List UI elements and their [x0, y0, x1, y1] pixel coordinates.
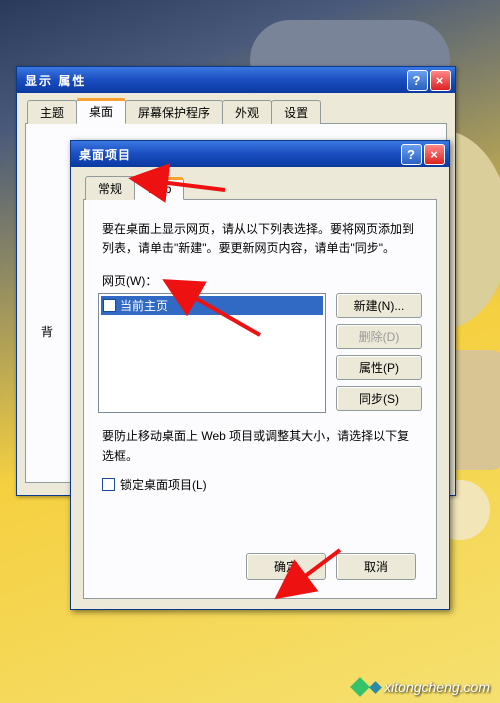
inner-tab-strip: 常规 Web: [85, 177, 437, 200]
list-item[interactable]: 当前主页: [101, 296, 323, 315]
list-item-checkbox[interactable]: [103, 299, 116, 312]
outer-window-title: 显示 属性: [25, 72, 86, 89]
webpages-label: 网页(W)：: [102, 272, 422, 289]
inner-window-title: 桌面项目: [79, 146, 131, 163]
help-button[interactable]: ?: [407, 70, 428, 91]
close-button[interactable]: ×: [430, 70, 451, 91]
tab-screensaver[interactable]: 屏幕保护程序: [125, 100, 223, 124]
tab-theme[interactable]: 主题: [27, 100, 77, 124]
panel-hint: 背: [41, 323, 53, 340]
tab-appearance[interactable]: 外观: [222, 100, 272, 124]
lock-row[interactable]: 锁定桌面项目(L): [102, 476, 418, 493]
instructions-text: 要在桌面上显示网页，请从以下列表选择。要将网页添加到列表，请单击"新建"。要更新…: [102, 220, 418, 258]
inner-help-button[interactable]: ?: [401, 144, 422, 165]
inner-tab-panel: 要在桌面上显示网页，请从以下列表选择。要将网页添加到列表，请单击"新建"。要更新…: [83, 199, 437, 599]
inner-close-button[interactable]: ×: [424, 144, 445, 165]
properties-button[interactable]: 属性(P): [336, 355, 422, 380]
tab-web[interactable]: Web: [134, 178, 184, 200]
inner-titlebar[interactable]: 桌面项目 ? ×: [71, 141, 449, 167]
desktop-items-dialog: 桌面项目 ? × 常规 Web 要在桌面上显示网页，请从以下列表选择。要将网页添…: [70, 140, 450, 610]
webpages-listbox[interactable]: 当前主页: [98, 293, 326, 413]
new-button[interactable]: 新建(N)...: [336, 293, 422, 318]
watermark: xitongcheng.com: [353, 679, 490, 695]
tab-desktop[interactable]: 桌面: [76, 99, 126, 124]
ok-button[interactable]: 确定: [246, 553, 326, 580]
outer-titlebar[interactable]: 显示 属性 ? ×: [17, 67, 455, 93]
delete-button: 删除(D): [336, 324, 422, 349]
lock-checkbox[interactable]: [102, 478, 115, 491]
inner-body: 常规 Web 要在桌面上显示网页，请从以下列表选择。要将网页添加到列表，请单击"…: [71, 167, 449, 609]
watermark-text: xitongcheng.com: [384, 679, 490, 695]
outer-tab-strip: 主题 桌面 屏幕保护程序 外观 设置: [27, 101, 447, 124]
sync-button[interactable]: 同步(S): [336, 386, 422, 411]
list-item-label: 当前主页: [120, 297, 168, 314]
lock-label: 锁定桌面项目(L): [120, 476, 207, 493]
cancel-button[interactable]: 取消: [336, 553, 416, 580]
tab-general[interactable]: 常规: [85, 176, 135, 200]
prevent-move-text: 要防止移动桌面上 Web 项目或调整其大小，请选择以下复选框。: [102, 427, 418, 465]
dialog-footer: 确定 取消: [98, 541, 422, 588]
tab-settings[interactable]: 设置: [271, 100, 321, 124]
side-buttons: 新建(N)... 删除(D) 属性(P) 同步(S): [336, 293, 422, 413]
